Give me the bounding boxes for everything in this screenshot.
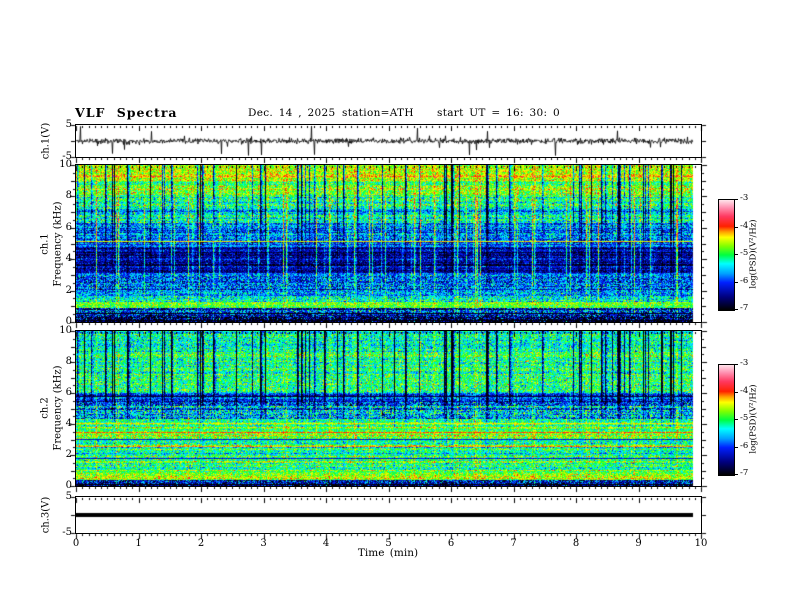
colorbar-tick xyxy=(734,226,738,228)
ch1-spec-axis-label-line2: Frequency (kHz) xyxy=(52,201,64,287)
ch1-spectrogram-canvas xyxy=(76,165,701,322)
colorbar-tick xyxy=(734,474,738,475)
ch2-spec-ytick-label: 10 xyxy=(59,325,72,336)
colorbar-tick xyxy=(734,199,738,200)
colorbar-tick-label: -6 xyxy=(740,275,749,286)
ch1-spec-ytick-label: 2 xyxy=(65,284,72,296)
ch2-spec-axis-label-line2: Frequency (kHz) xyxy=(52,365,64,451)
colorbar-tick xyxy=(734,391,738,393)
x-tick-label: 9 xyxy=(635,538,642,549)
figure-title: VLF Spectra xyxy=(75,105,178,120)
x-tick-label: 7 xyxy=(510,538,517,549)
colorbar-tick-label: -7 xyxy=(740,468,749,478)
ch2-spec-axis-label-line1: ch.2 xyxy=(39,397,51,419)
colorbar-tick xyxy=(734,419,738,420)
ch1-spec-ytick-label: 10 xyxy=(59,159,72,170)
ch1-waveform-panel xyxy=(75,124,702,158)
colorbar-tick-label: -4 xyxy=(740,385,749,396)
colorbar-tick xyxy=(734,309,738,310)
date-label: Dec. 14 , 2025 xyxy=(248,107,336,119)
x-tick-label: 6 xyxy=(447,538,455,549)
ch3-waveform-canvas xyxy=(76,497,701,533)
ch1-waveform-canvas xyxy=(76,125,701,157)
colorbar-tick-label: -3 xyxy=(740,358,749,368)
x-tick-label: 8 xyxy=(572,538,580,549)
colorbar-tick-label: -5 xyxy=(740,248,749,258)
ch1-spectrogram-panel xyxy=(75,164,702,323)
ch2-colorbar-label: log(PSD)(V²/Hz) xyxy=(748,384,759,454)
ch2-spectrogram-panel xyxy=(75,330,702,487)
ch2-colorbar xyxy=(718,364,735,476)
colorbar-tick-label: -7 xyxy=(740,303,749,313)
vlf-spectra-figure: VLF Spectra Dec. 14 , 2025 station=ATH s… xyxy=(0,0,792,612)
colorbar-tick-label: -4 xyxy=(740,220,749,231)
x-tick-label: 0 xyxy=(72,538,80,549)
colorbar-tick xyxy=(734,446,738,448)
start-ut-label: start UT = 16: 30: 0 xyxy=(437,107,560,119)
ch1-spec-ytick-label: 8 xyxy=(65,190,72,202)
x-tick-label: 5 xyxy=(385,538,392,549)
colorbar-tick xyxy=(734,364,738,365)
ch1-spec-ytick-label: 6 xyxy=(65,221,72,233)
ch2-spec-ytick-label: 4 xyxy=(65,418,72,429)
ch2-spec-ytick-label: 8 xyxy=(65,356,72,367)
colorbar-tick-label: -5 xyxy=(740,413,749,423)
ch3-wave-ytick-label: 5 xyxy=(65,491,72,502)
ch1-colorbar xyxy=(718,199,735,311)
colorbar-tick-label: -3 xyxy=(740,193,749,203)
station-label: station=ATH xyxy=(342,107,414,119)
ch2-spectrogram-canvas xyxy=(76,331,701,486)
ch3-wave-ytick-label: -5 xyxy=(62,527,72,538)
colorbar-tick xyxy=(734,281,738,283)
ch2-spec-ytick-label: 0 xyxy=(65,480,72,491)
x-tick-label: 1 xyxy=(135,538,142,549)
colorbar-tick-label: -6 xyxy=(740,440,749,451)
x-tick-label: 3 xyxy=(260,538,267,549)
ch2-spec-ytick-label: 6 xyxy=(65,387,72,398)
ch3-waveform-panel xyxy=(75,496,702,534)
ch1-colorbar-label: log(PSD)(V²/Hz) xyxy=(748,219,759,289)
x-tick-label: 4 xyxy=(322,538,330,549)
ch1-wave-ytick-label: 5 xyxy=(65,119,72,130)
ch2-spec-ytick-label: 2 xyxy=(65,449,72,460)
colorbar-tick xyxy=(734,254,738,255)
ch1-spec-axis-label-line1: ch.1 xyxy=(39,233,51,255)
ch1-spec-ytick-label: 4 xyxy=(65,253,72,265)
time-axis-label: Time (min) xyxy=(357,547,419,559)
x-tick-label: 2 xyxy=(197,538,205,549)
x-tick-label: 10 xyxy=(694,538,708,549)
